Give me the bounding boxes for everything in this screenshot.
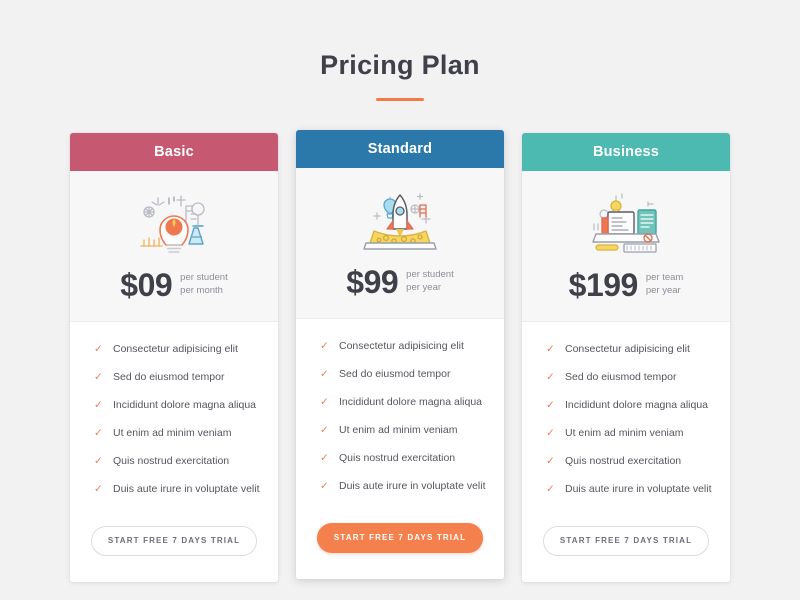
price-row: $99 per student per year [296, 266, 504, 298]
check-icon: ✓ [94, 455, 103, 467]
start-trial-button-standard[interactable]: START FREE 7 DAYS TRIAL [317, 523, 483, 553]
plan-name: Business [592, 144, 660, 160]
feature-item: ✓ Consectetur adipisicing elit [296, 339, 504, 353]
start-trial-button-business[interactable]: START FREE 7 DAYS TRIAL [543, 526, 709, 556]
feature-label: Ut enim ad minim veniam [339, 424, 458, 436]
check-icon: ✓ [320, 368, 329, 380]
pricing-card-top: $99 per student per year [296, 168, 504, 319]
feature-item: ✓ Quis nostrud exercitation [296, 451, 504, 465]
price-unit-line-2: per year [406, 282, 442, 293]
price-row: $199 per team per year [522, 269, 730, 301]
feature-label: Consectetur adipisicing elit [565, 343, 690, 355]
pricing-card-business: Business $199 per team per year ✓ Consec… [522, 133, 730, 582]
check-icon: ✓ [94, 343, 103, 355]
feature-label: Incididunt dolore magna aliqua [113, 399, 257, 411]
feature-item: ✓ Ut enim ad minim veniam [70, 426, 278, 440]
feature-list-basic: ✓ Consectetur adipisicing elit ✓ Sed do eiu… [70, 322, 278, 516]
feature-label: Consectetur adipisicing elit [113, 343, 238, 355]
check-icon: ✓ [546, 483, 555, 495]
feature-item: ✓ Sed do eiusmod tempor [296, 367, 504, 381]
feature-list-standard: ✓ Consectetur adipisicing elit ✓ Sed do eiu… [296, 319, 504, 513]
check-icon: ✓ [320, 340, 329, 352]
feature-label: Duis aute irure in voluptate velit [565, 483, 712, 495]
feature-label: Incididunt dolore magna aliqua [339, 396, 483, 408]
check-icon: ✓ [546, 427, 555, 439]
check-icon: ✓ [320, 452, 329, 464]
feature-label: Sed do eiusmod tempor [565, 371, 677, 383]
feature-label: Quis nostrud exercitation [339, 452, 456, 464]
cta-wrapper: START FREE 7 DAYS TRIAL [522, 516, 730, 582]
pricing-card-top: $199 per team per year [522, 171, 730, 322]
pricing-card-standard: Standard $99 per student per year ✓ Cons… [296, 130, 504, 579]
start-trial-button-basic[interactable]: START FREE 7 DAYS TRIAL [91, 526, 257, 556]
feature-item: ✓ Consectetur adipisicing elit [522, 342, 730, 356]
cta-wrapper: START FREE 7 DAYS TRIAL [296, 513, 504, 579]
page-heading: Pricing Plan [0, 0, 800, 101]
lightbulb-idea-icon [70, 187, 278, 257]
feature-item: ✓ Incididunt dolore magna aliqua [70, 398, 278, 412]
check-icon: ✓ [546, 343, 555, 355]
check-icon: ✓ [94, 483, 103, 495]
check-icon: ✓ [94, 427, 103, 439]
page-title: Pricing Plan [320, 50, 480, 80]
price-amount: $09 [120, 267, 173, 303]
price-unit-line-1: per student [180, 272, 228, 284]
feature-item: ✓ Quis nostrud exercitation [70, 454, 278, 468]
feature-item: ✓ Ut enim ad minim veniam [296, 423, 504, 437]
feature-item: ✓ Duis aute irure in voluptate velit [296, 479, 504, 493]
feature-item: ✓ Sed do eiusmod tempor [70, 370, 278, 384]
pricing-card-top: $09 per student per month [70, 171, 278, 322]
cta-wrapper: START FREE 7 DAYS TRIAL [70, 516, 278, 582]
title-underline-rule [376, 98, 424, 101]
feature-item: ✓ Ut enim ad minim veniam [522, 426, 730, 440]
feature-label: Ut enim ad minim veniam [565, 427, 684, 439]
pricing-page: Pricing Plan Basic $09 per student per m… [0, 0, 800, 600]
feature-label: Sed do eiusmod tempor [339, 368, 451, 380]
feature-item: ✓ Incididunt dolore magna aliqua [522, 398, 730, 412]
feature-item: ✓ Incididunt dolore magna aliqua [296, 395, 504, 409]
price-unit: per student per year [406, 269, 454, 295]
price-unit: per student per month [180, 272, 228, 298]
feature-label: Duis aute irure in voluptate velit [113, 483, 260, 495]
feature-item: ✓ Duis aute irure in voluptate velit [70, 482, 278, 496]
check-icon: ✓ [320, 480, 329, 492]
check-icon: ✓ [546, 455, 555, 467]
feature-label: Quis nostrud exercitation [565, 455, 682, 467]
pricing-card-basic: Basic $09 per student per month ✓ Consec… [70, 133, 278, 582]
feature-label: Quis nostrud exercitation [113, 455, 230, 467]
pricing-cards-row: Basic $09 per student per month ✓ Consec… [0, 130, 800, 582]
plan-name: Standard [367, 141, 433, 157]
price-amount: $99 [346, 264, 399, 300]
price-unit: per team per year [646, 272, 684, 298]
check-icon: ✓ [94, 371, 103, 383]
feature-item: ✓ Quis nostrud exercitation [522, 454, 730, 468]
plan-name: Basic [154, 144, 194, 160]
feature-item: ✓ Sed do eiusmod tempor [522, 370, 730, 384]
feature-item: ✓ Consectetur adipisicing elit [70, 342, 278, 356]
desk-workstation-icon [522, 187, 730, 257]
check-icon: ✓ [320, 424, 329, 436]
rocket-launch-laptop-icon [296, 184, 504, 254]
feature-label: Ut enim ad minim veniam [113, 427, 232, 439]
price-unit-line-1: per student [406, 269, 454, 281]
pricing-card-header-basic: Basic [70, 133, 278, 171]
price-unit-line-2: per year [645, 285, 681, 296]
check-icon: ✓ [320, 396, 329, 408]
check-icon: ✓ [546, 371, 555, 383]
price-row: $09 per student per month [70, 269, 278, 301]
price-unit-line-1: per team [645, 272, 684, 284]
feature-list-business: ✓ Consectetur adipisicing elit ✓ Sed do eiu… [522, 322, 730, 516]
price-amount: $199 [568, 267, 639, 303]
check-icon: ✓ [546, 399, 555, 411]
feature-label: Consectetur adipisicing elit [339, 340, 464, 352]
feature-label: Duis aute irure in voluptate velit [339, 480, 486, 492]
check-icon: ✓ [94, 399, 103, 411]
feature-label: Incididunt dolore magna aliqua [565, 399, 709, 411]
price-unit-line-2: per month [180, 285, 223, 296]
pricing-card-header-business: Business [522, 133, 730, 171]
feature-label: Sed do eiusmod tempor [113, 371, 225, 383]
feature-item: ✓ Duis aute irure in voluptate velit [522, 482, 730, 496]
pricing-card-header-standard: Standard [296, 130, 504, 168]
